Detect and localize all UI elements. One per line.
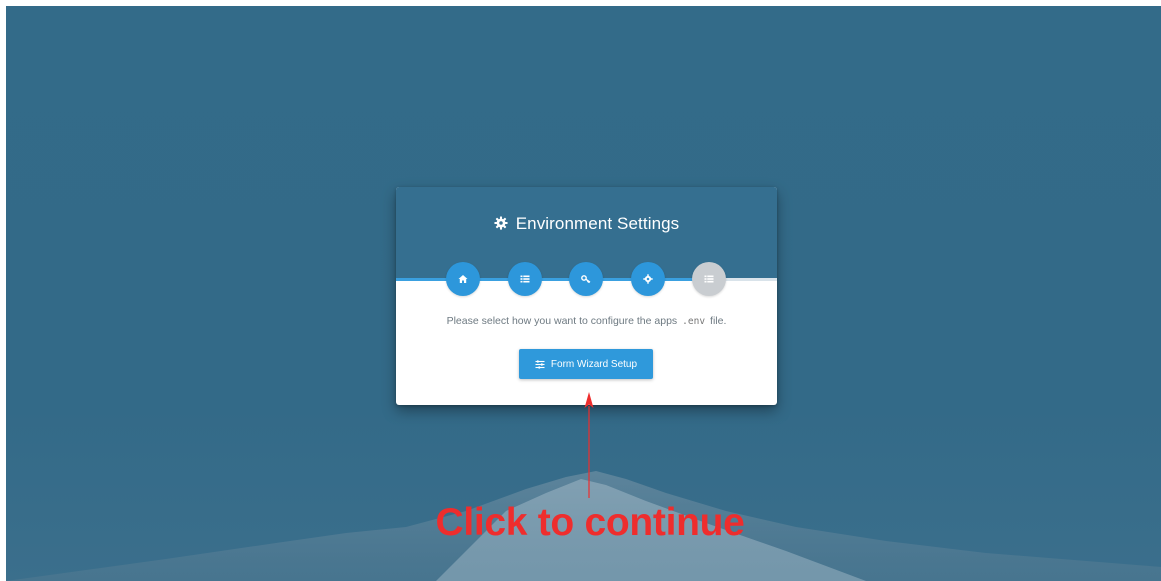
annotation-arrow bbox=[584, 392, 594, 498]
environment-settings-dialog: Environment Settings Please select how y… bbox=[396, 187, 777, 405]
home-icon bbox=[458, 275, 468, 283]
instruction-suffix: file. bbox=[710, 315, 727, 327]
list-icon bbox=[520, 275, 530, 283]
key-icon bbox=[581, 275, 591, 284]
list-icon bbox=[704, 275, 714, 283]
app-background: Environment Settings Please select how y… bbox=[6, 6, 1161, 581]
instruction-text: Please select how you want to configure … bbox=[396, 315, 777, 327]
step-final-button[interactable] bbox=[692, 262, 726, 296]
gear-icon bbox=[494, 216, 508, 230]
instruction-prefix: Please select how you want to configure … bbox=[446, 315, 678, 327]
gear-icon bbox=[643, 274, 653, 284]
env-file-code: .env bbox=[682, 316, 706, 327]
step-key-button[interactable] bbox=[569, 262, 603, 296]
step-list-button[interactable] bbox=[508, 262, 542, 296]
click-to-continue-annotation: Click to continue bbox=[435, 501, 745, 544]
form-wizard-setup-label: Form Wizard Setup bbox=[550, 358, 638, 370]
form-wizard-setup-button[interactable]: Form Wizard Setup bbox=[519, 349, 653, 379]
sliders-icon bbox=[535, 359, 545, 369]
step-home-button[interactable] bbox=[446, 262, 480, 296]
dialog-title-text: Environment Settings bbox=[515, 214, 680, 233]
step-settings-button[interactable] bbox=[631, 262, 665, 296]
dialog-title: Environment Settings bbox=[396, 213, 777, 235]
